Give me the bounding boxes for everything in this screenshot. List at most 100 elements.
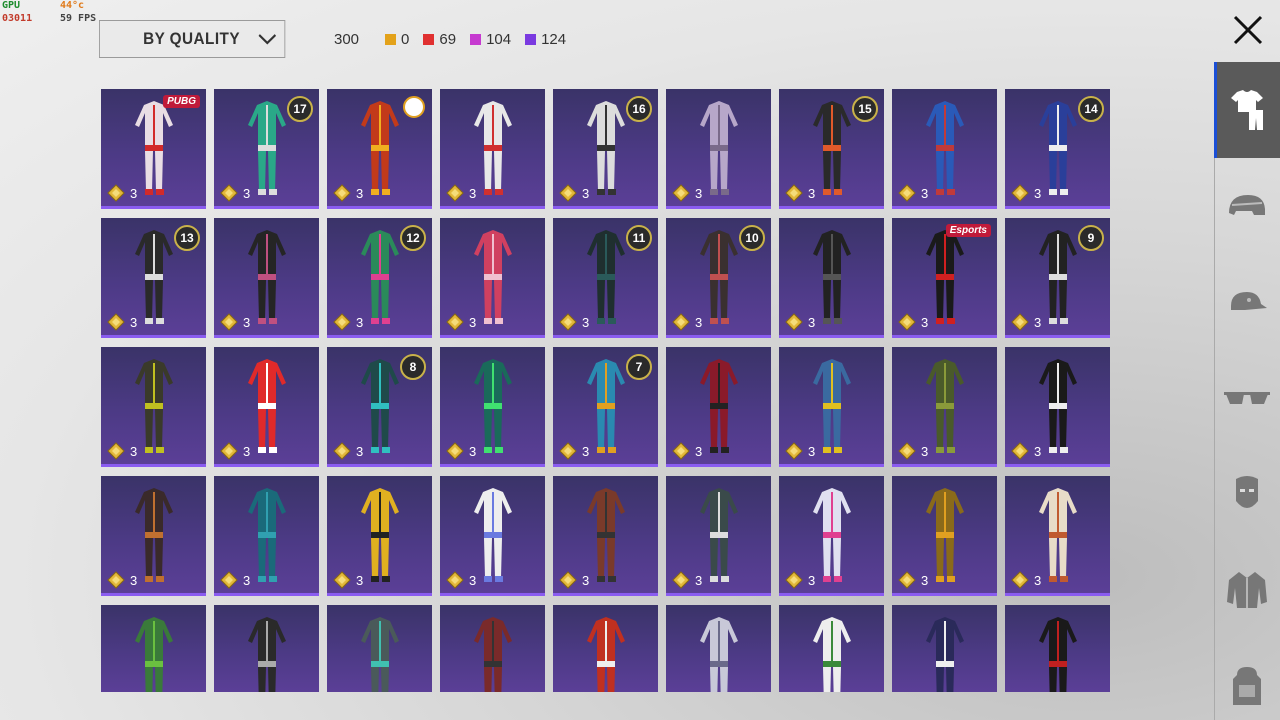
glasses-icon <box>1224 392 1270 404</box>
outfit-tile[interactable]: 3 <box>892 476 997 596</box>
category-backpacks[interactable] <box>1214 638 1280 720</box>
item-quantity-value: 3 <box>582 572 590 588</box>
outfit-tile[interactable]: 3 <box>440 476 545 596</box>
fps-counter: 59 FPS <box>60 13 97 24</box>
outfit-tile[interactable]: 3 <box>666 347 771 467</box>
outfit-tile[interactable]: 73 <box>553 347 658 467</box>
item-quantity: 3 <box>446 184 476 202</box>
outfit-tile[interactable]: 3 <box>892 89 997 209</box>
outfit-tile[interactable]: 3 <box>440 89 545 209</box>
outfit-tile[interactable]: 17 3 <box>214 89 319 209</box>
outfit-tile[interactable] <box>666 605 771 692</box>
outfit-tile[interactable] <box>892 605 997 692</box>
outfit-tile[interactable] <box>1005 605 1110 692</box>
quality-diamond-icon <box>446 442 464 460</box>
item-quantity: 3 <box>107 442 137 460</box>
item-quantity-value: 3 <box>469 443 477 459</box>
gpu-value: 03011 <box>2 13 33 24</box>
shirt-icon <box>1230 90 1263 130</box>
outfit-tile[interactable]: 3 <box>101 347 206 467</box>
item-quantity: 3 <box>220 571 250 589</box>
sort-dropdown[interactable]: BY QUALITY <box>99 20 286 58</box>
outfit-tile[interactable]: 3 <box>101 476 206 596</box>
category-jackets[interactable] <box>1214 542 1280 638</box>
quality-diamond-icon <box>672 571 690 589</box>
outfit-tile[interactable] <box>101 605 206 692</box>
outfit-tile[interactable] <box>553 605 658 692</box>
outfit-tile[interactable]: 93 <box>1005 218 1110 338</box>
category-helmets[interactable] <box>1214 158 1280 254</box>
outfit-tile[interactable]: 16 3 <box>553 89 658 209</box>
outfit-tile[interactable]: 3 <box>779 476 884 596</box>
item-quantity: 3 <box>220 184 250 202</box>
item-quantity: 3 <box>1011 313 1041 331</box>
quality-diamond-icon <box>333 313 351 331</box>
category-eyewear[interactable] <box>1214 350 1280 446</box>
close-icon[interactable] <box>1230 12 1266 48</box>
item-quantity-value: 3 <box>695 314 703 330</box>
outfit-tile[interactable]: 3 <box>214 218 319 338</box>
outfit-tile[interactable]: 3 <box>1005 476 1110 596</box>
category-hats[interactable] <box>1214 254 1280 350</box>
outfit-tile[interactable]: 13 3 <box>101 218 206 338</box>
outfit-tile[interactable]: 83 <box>327 347 432 467</box>
quality-diamond-icon <box>559 571 577 589</box>
quality-diamond-icon <box>559 184 577 202</box>
quality-diamond-icon <box>220 571 238 589</box>
outfit-tile[interactable]: 3 <box>214 476 319 596</box>
outfit-tile[interactable]: 14 3 <box>1005 89 1110 209</box>
outfit-tile[interactable]: Esports 3 <box>892 218 997 338</box>
item-quantity: 3 <box>559 571 589 589</box>
item-quantity-value: 3 <box>469 185 477 201</box>
outfit-tile[interactable]: 3 <box>892 347 997 467</box>
outfit-tile[interactable]: 10 3 <box>666 218 771 338</box>
outfit-tile[interactable] <box>327 605 432 692</box>
item-quantity-value: 3 <box>356 572 364 588</box>
outfit-tile[interactable]: 3 <box>553 476 658 596</box>
quality-count: 124 <box>525 31 566 48</box>
backpack-icon <box>1233 667 1261 705</box>
category-masks[interactable] <box>1214 446 1280 542</box>
quality-diamond-icon <box>220 442 238 460</box>
item-quantity-value: 3 <box>582 185 590 201</box>
outfit-tile[interactable]: 3 <box>779 218 884 338</box>
quality-count-value: 69 <box>439 30 457 48</box>
outfit-tile[interactable]: 3 <box>327 476 432 596</box>
outfit-tile[interactable]: 3 <box>779 347 884 467</box>
item-quantity: 3 <box>107 184 137 202</box>
item-quantity-value: 3 <box>130 572 138 588</box>
outfit-tile[interactable]: 3 <box>440 347 545 467</box>
outfit-tile[interactable]: 3 <box>327 89 432 209</box>
level-badge: 16 <box>626 96 652 122</box>
quality-diamond-icon <box>1011 313 1029 331</box>
brand-tag: Esports <box>945 224 991 237</box>
outfit-tile[interactable]: 11 3 <box>553 218 658 338</box>
item-quantity-value: 3 <box>469 572 477 588</box>
item-quantity-value: 3 <box>243 185 251 201</box>
inventory-stats: 300 0 69 104 124 <box>334 30 580 48</box>
item-quantity-value: 3 <box>356 314 364 330</box>
level-badge: 14 <box>1078 96 1104 122</box>
item-quantity-value: 3 <box>921 443 929 459</box>
outfit-tile[interactable] <box>440 605 545 692</box>
outfit-tile[interactable]: 3 <box>214 347 319 467</box>
outfit-tile[interactable]: 15 3 <box>779 89 884 209</box>
outfit-tile[interactable]: 12 3 <box>327 218 432 338</box>
outfit-tile[interactable]: 3 <box>1005 347 1110 467</box>
item-quantity-value: 3 <box>469 314 477 330</box>
outfit-figure-icon <box>474 617 512 692</box>
outfit-tile[interactable] <box>779 605 884 692</box>
outfit-tile[interactable]: 3 <box>440 218 545 338</box>
quality-diamond-icon <box>333 442 351 460</box>
outfit-tile[interactable]: 3 <box>666 89 771 209</box>
outfit-tile[interactable]: 3 <box>666 476 771 596</box>
item-quantity: 3 <box>446 442 476 460</box>
quality-diamond-icon <box>107 184 125 202</box>
total-count: 300 <box>334 30 360 48</box>
quality-diamond-icon <box>220 184 238 202</box>
outfit-tile[interactable] <box>214 605 319 692</box>
outfit-tile[interactable]: PUBG 3 <box>101 89 206 209</box>
quality-diamond-icon <box>672 313 690 331</box>
item-quantity: 3 <box>672 442 702 460</box>
category-outfits[interactable] <box>1214 62 1280 158</box>
